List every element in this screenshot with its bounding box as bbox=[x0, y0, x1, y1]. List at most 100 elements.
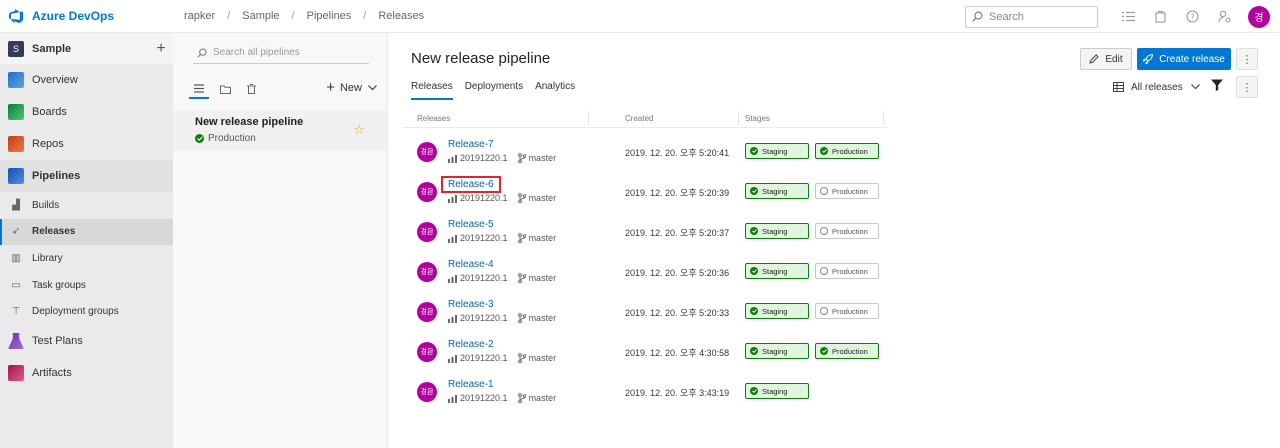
stage-label: Staging bbox=[762, 186, 788, 196]
release-name-link[interactable]: Release-6 bbox=[441, 176, 501, 193]
stage-production-badge[interactable]: Production bbox=[815, 263, 879, 279]
stage-staging-badge[interactable]: Staging bbox=[745, 343, 809, 359]
success-check-icon bbox=[750, 347, 758, 355]
stage-production-badge[interactable]: Production bbox=[815, 223, 879, 239]
marketplace-bag-icon[interactable] bbox=[1144, 0, 1176, 33]
breadcrumb-org[interactable]: rapker bbox=[180, 10, 219, 22]
breadcrumb-pipelines[interactable]: Pipelines bbox=[303, 10, 356, 22]
sidebar-item-repos[interactable]: Repos bbox=[0, 128, 173, 160]
stage-staging-badge[interactable]: Staging bbox=[745, 383, 809, 399]
release-name-link[interactable]: Release-4 bbox=[448, 259, 494, 270]
page-title: New release pipeline bbox=[411, 50, 551, 67]
sidebar-item-label: Boards bbox=[32, 106, 67, 118]
add-icon[interactable]: + bbox=[149, 40, 173, 58]
release-name-link[interactable]: Release-1 bbox=[448, 379, 494, 390]
new-pipeline-button[interactable]: + New bbox=[326, 79, 377, 96]
folder-icon[interactable] bbox=[215, 79, 235, 99]
sidebar-item-boards[interactable]: Boards bbox=[0, 96, 173, 128]
edit-button[interactable]: Edit bbox=[1080, 48, 1132, 70]
stage-label: Staging bbox=[762, 346, 788, 356]
sidebar-item-test-plans[interactable]: Test Plans bbox=[0, 325, 173, 357]
brand[interactable]: Azure DevOps bbox=[0, 0, 172, 33]
release-artifact-info: 20191220.1 master bbox=[448, 313, 556, 323]
project-header[interactable]: S Sample + bbox=[0, 33, 173, 64]
column-header-releases[interactable]: Releases bbox=[417, 114, 450, 123]
release-name-link[interactable]: Release-5 bbox=[448, 219, 494, 230]
create-release-button[interactable]: Create release bbox=[1137, 48, 1231, 70]
sidebar-item-label: Overview bbox=[32, 74, 78, 86]
stage-label: Staging bbox=[762, 386, 788, 396]
breadcrumb-separator: / bbox=[227, 10, 231, 22]
table-row[interactable]: 경환 Release-2 20191220.1 master 2019. 12. 20.… bbox=[403, 328, 887, 368]
new-button-label: New bbox=[339, 81, 362, 94]
more-actions-icon[interactable]: ⋮ bbox=[1236, 48, 1258, 70]
sidebar-item-overview[interactable]: Overview bbox=[0, 64, 173, 96]
release-artifact-info: 20191220.1 master bbox=[448, 273, 556, 283]
table-row[interactable]: 경환 Release-6 20191220.1 master 2019. 12. 20.… bbox=[403, 168, 887, 208]
sidebar-item-pipelines[interactable]: Pipelines bbox=[0, 160, 173, 192]
pipelines-icon bbox=[8, 168, 24, 184]
filter-funnel-icon[interactable] bbox=[1211, 79, 1223, 91]
list-view-icon[interactable] bbox=[189, 79, 209, 99]
breadcrumb-project[interactable]: Sample bbox=[238, 10, 283, 22]
table-row[interactable]: 경환 Release-4 20191220.1 master 2019. 12. 20.… bbox=[403, 248, 887, 288]
pipeline-list-item[interactable]: New release pipeline Production ☆ bbox=[173, 110, 387, 150]
stage-label: Staging bbox=[762, 146, 788, 156]
release-name-link[interactable]: Release-7 bbox=[448, 139, 494, 150]
stage-label: Staging bbox=[762, 266, 788, 276]
sidebar-item-deployment-groups[interactable]: ⊤ Deployment groups bbox=[0, 298, 173, 325]
table-row[interactable]: 경환 Release-1 20191220.1 master 2019. 12. 20.… bbox=[403, 368, 887, 408]
column-header-stages[interactable]: Stages bbox=[745, 114, 770, 123]
sidebar-item-task-groups[interactable]: ▭ Task groups bbox=[0, 272, 173, 299]
build-icon bbox=[448, 194, 457, 203]
sidebar-item-label: Builds bbox=[32, 199, 60, 211]
stage-staging-badge[interactable]: Staging bbox=[745, 143, 809, 159]
stage-production-badge[interactable]: Production bbox=[815, 143, 879, 159]
sidebar-item-artifacts[interactable]: Artifacts bbox=[0, 357, 173, 389]
stage-staging-badge[interactable]: Staging bbox=[745, 183, 809, 199]
release-name-link[interactable]: Release-3 bbox=[448, 299, 494, 310]
stage-production-badge[interactable]: Production bbox=[815, 343, 879, 359]
sidebar-item-library[interactable]: ▥ Library bbox=[0, 245, 173, 272]
filter-more-icon[interactable]: ⋮ bbox=[1236, 76, 1258, 98]
column-header-created[interactable]: Created bbox=[625, 114, 653, 123]
create-release-label: Create release bbox=[1159, 53, 1225, 65]
pipelines-search-placeholder: Search all pipelines bbox=[213, 47, 300, 58]
table-grid-icon bbox=[1113, 82, 1124, 92]
stage-staging-badge[interactable]: Staging bbox=[745, 223, 809, 239]
tab-releases[interactable]: Releases bbox=[411, 81, 453, 100]
sidebar-item-builds[interactable]: ▟ Builds bbox=[0, 192, 173, 219]
build-icon bbox=[448, 274, 457, 283]
user-settings-icon[interactable] bbox=[1208, 0, 1240, 33]
stage-label: Production bbox=[832, 226, 868, 236]
stage-production-badge[interactable]: Production bbox=[815, 303, 879, 319]
release-name-link[interactable]: Release-2 bbox=[448, 339, 494, 350]
favorite-star-icon[interactable]: ☆ bbox=[353, 122, 365, 138]
sidebar-item-releases[interactable]: ➶ Releases bbox=[0, 218, 173, 246]
tab-analytics[interactable]: Analytics bbox=[535, 81, 575, 100]
breadcrumb-releases[interactable]: Releases bbox=[374, 10, 428, 22]
release-created-time: 2019. 12. 20. 오후 4:30:58 bbox=[625, 348, 730, 358]
trash-icon[interactable] bbox=[241, 79, 261, 99]
library-icon: ▥ bbox=[11, 252, 21, 264]
table-row[interactable]: 경환 Release-5 20191220.1 master 2019. 12. 20.… bbox=[403, 208, 887, 248]
pipelines-search-input[interactable]: Search all pipelines bbox=[193, 42, 369, 64]
tab-deployments[interactable]: Deployments bbox=[465, 81, 523, 100]
success-check-icon bbox=[195, 134, 204, 143]
user-avatar[interactable]: 경 bbox=[1248, 5, 1270, 28]
stage-staging-badge[interactable]: Staging bbox=[745, 263, 809, 279]
release-filter-dropdown[interactable]: All releases bbox=[1113, 77, 1200, 97]
success-check-icon bbox=[750, 227, 758, 235]
overview-icon bbox=[8, 72, 24, 88]
table-row[interactable]: 경환 Release-3 20191220.1 master 2019. 12. 20.… bbox=[403, 288, 887, 328]
help-icon[interactable]: ? bbox=[1176, 0, 1208, 33]
search-input[interactable]: Search bbox=[965, 5, 1098, 28]
release-artifact-info: 20191220.1 master bbox=[448, 193, 556, 203]
stage-staging-badge[interactable]: Staging bbox=[745, 303, 809, 319]
task-list-icon[interactable] bbox=[1112, 0, 1144, 33]
build-number: 20191220.1 bbox=[460, 353, 508, 363]
stage-production-badge[interactable]: Production bbox=[815, 183, 879, 199]
branch-info: master bbox=[517, 233, 556, 243]
not-deployed-icon bbox=[820, 227, 828, 235]
table-row[interactable]: 경환 Release-7 20191220.1 master 2019. 12. 20.… bbox=[403, 128, 887, 168]
